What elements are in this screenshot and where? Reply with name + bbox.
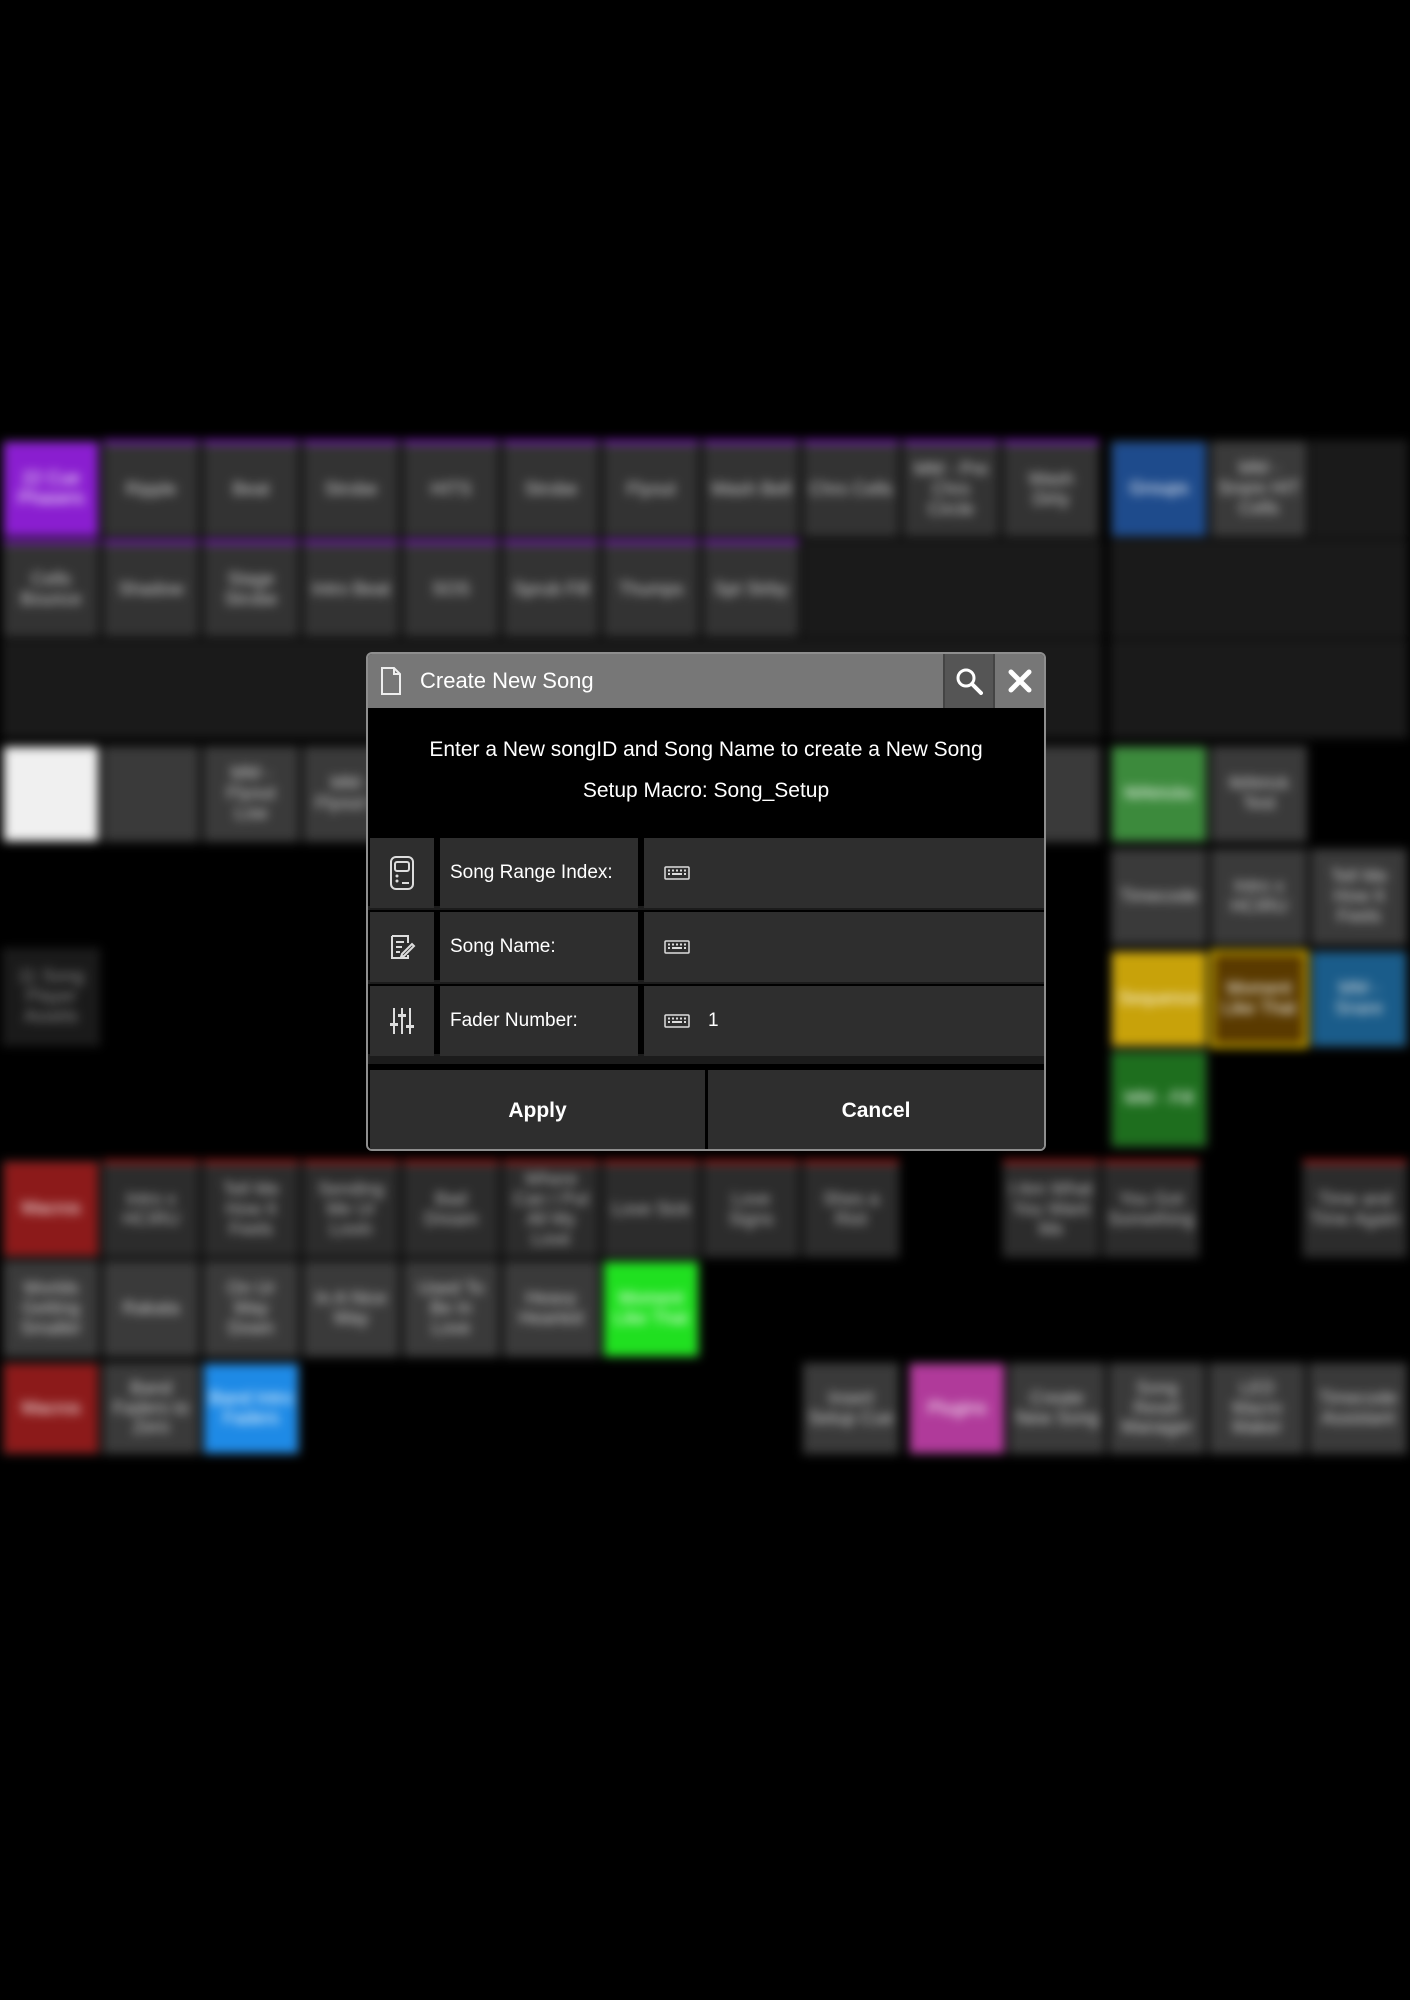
macro-tile: Sending Me Ur Lovin	[302, 1160, 400, 1258]
phaser-tile: SOS	[402, 540, 500, 638]
apply-button[interactable]: Apply	[370, 1070, 705, 1149]
macro-tile: Insert Setup Cue	[802, 1362, 900, 1455]
macro-tile: Used To Be In Love	[402, 1260, 500, 1358]
macros-pool-tile: Macros	[2, 1362, 100, 1455]
empty-tile	[802, 540, 1102, 638]
keyboard-icon	[664, 940, 690, 954]
field-row-fader-number: Fader Number: 1	[368, 984, 1044, 1056]
song-name-label: Song Name:	[440, 912, 638, 982]
sequence-tile: MM - Snare	[1310, 950, 1408, 1048]
dialog-button-row: Apply Cancel	[368, 1064, 1044, 1149]
field-icon-cell	[370, 838, 434, 908]
field-icon-cell	[370, 986, 434, 1056]
macros-pool-tile: Macros	[2, 1160, 100, 1258]
close-button[interactable]	[995, 654, 1044, 708]
phaser-tile: Cells Bounce	[2, 540, 100, 638]
macro-tile: Where Can I Put All My Love	[502, 1160, 600, 1258]
phaser-tile: Strobe	[302, 440, 400, 538]
macro-tile: Intro x HCIRU	[102, 1160, 200, 1258]
keyboard-icon	[664, 1014, 690, 1028]
message-line-2: Setup Macro: Song_Setup	[582, 779, 830, 802]
document-icon	[381, 667, 401, 695]
message-line-1: Enter a New songID and Song Name to crea…	[429, 738, 983, 761]
phaser-tile: HITS	[402, 440, 500, 538]
macro-tile: On Ur Way Down	[202, 1260, 300, 1358]
sequence-tile: MM - Fill	[1110, 1050, 1208, 1148]
ma-tile	[2, 745, 100, 843]
matricks-pool-tile: MAtricks	[1110, 745, 1208, 843]
macro-tile: Band Intro Faders	[202, 1362, 300, 1455]
fader-number-value: 1	[708, 1010, 719, 1031]
phaser-tile: Wash Bell	[702, 440, 800, 538]
song-name-input[interactable]	[644, 912, 1044, 982]
timecode-tile: Tell Me How It Feels	[1310, 848, 1408, 946]
macro-tile: Love Signs	[702, 1160, 800, 1258]
macro-tile: Time and Time Again	[1302, 1160, 1408, 1258]
edit-note-icon	[391, 935, 416, 959]
keyboard-icon	[664, 866, 690, 880]
preset-tile: MM - Flyout Low	[202, 745, 300, 843]
phaser-tile: Shadow	[102, 540, 200, 638]
plugins-pool-tile: Plugins	[908, 1362, 1006, 1455]
phaser-tile: Stage Strobe	[202, 540, 300, 638]
preset-tile	[102, 745, 200, 843]
phaser-tile: Flyout	[602, 440, 700, 538]
song-range-index-input[interactable]	[644, 838, 1044, 908]
phaser-tile: Beat	[202, 440, 300, 538]
plugin-tile: LED Macro Maker	[1208, 1362, 1306, 1455]
sliders-icon	[390, 1008, 414, 1034]
song-range-index-label: Song Range Index:	[440, 838, 638, 908]
cancel-button[interactable]: Cancel	[708, 1070, 1044, 1149]
close-icon	[1008, 669, 1031, 693]
phaser-tile: Strobe	[502, 440, 600, 538]
phaser-tile: Thumps	[602, 540, 700, 638]
macro-tile: Moment Like That	[602, 1260, 700, 1358]
song-player-tile: 11 Song Player Assets	[2, 948, 100, 1046]
groups-pool-tile: Groups	[1110, 440, 1208, 538]
macro-tile: Band Faders to Zero	[102, 1362, 200, 1455]
macro-tile: I Am What You Want Me	[1002, 1160, 1100, 1258]
macro-tile: Rakata	[102, 1260, 200, 1358]
phaser-tile: Intro Beat	[302, 540, 400, 638]
plugin-tile: Timecode Assistant	[1308, 1362, 1408, 1455]
macro-tile: Bad Dream	[402, 1160, 500, 1258]
dialog-message: Enter a New songID and Song Name to crea…	[368, 708, 1044, 836]
empty-tile	[1310, 440, 1408, 538]
fader-number-label: Fader Number:	[440, 986, 638, 1056]
dialog-titlebar: Create New Song	[368, 654, 1044, 708]
macro-tile: In A Nice Way	[302, 1260, 400, 1358]
phaser-tile: Ripple	[102, 440, 200, 538]
phaser-tile: Sprub Fill	[502, 540, 600, 638]
search-icon	[956, 668, 983, 695]
empty-tile	[1110, 540, 1408, 638]
macro-tile: Tell Me How It Feels	[202, 1160, 300, 1258]
fader-number-input[interactable]: 1	[644, 986, 1044, 1056]
field-icon-cell	[370, 912, 434, 982]
device-icon	[390, 856, 414, 890]
group-tile: MM - Snare HIT Cells	[1210, 440, 1308, 538]
macro-tile: Heavy Hearted	[502, 1260, 600, 1358]
phaser-pool-tile: 22 Cue Phasers	[2, 440, 100, 538]
matricks-tile: MAtrick Test	[1210, 745, 1308, 843]
field-row-song-range-index: Song Range Index:	[368, 836, 1044, 908]
phaser-tile: Wash Dirty	[1002, 440, 1100, 538]
sequence-tile: Moment Like That	[1210, 950, 1308, 1048]
dialog-title: Create New Song	[420, 668, 594, 693]
timecode-pool-tile: Timecode	[1110, 848, 1208, 946]
phaser-tile: Chrs Cells	[802, 440, 900, 538]
phaser-tile: MM - Pre Chrs Circle	[902, 440, 1000, 538]
plugin-tile: Song Reset Manager	[1108, 1362, 1206, 1455]
phaser-tile: Spt Strby	[702, 540, 800, 638]
field-row-song-name: Song Name:	[368, 910, 1044, 982]
timecode-tile: Intro x HCIRU	[1210, 848, 1308, 946]
empty-tile	[1110, 640, 1408, 738]
plugin-tile: Create New Song	[1008, 1362, 1106, 1455]
search-button[interactable]	[943, 654, 995, 708]
macro-tile: Love Sick	[602, 1160, 700, 1258]
macro-tile: Shes a Riot	[802, 1160, 900, 1258]
create-new-song-dialog: Create New Song Enter a New songID and S…	[366, 652, 1046, 1151]
sequence-pool-tile: Sequence	[1110, 950, 1208, 1048]
macro-tile: Worlds Getting Smaller	[2, 1260, 100, 1358]
macro-tile: You Got Something	[1102, 1160, 1200, 1258]
